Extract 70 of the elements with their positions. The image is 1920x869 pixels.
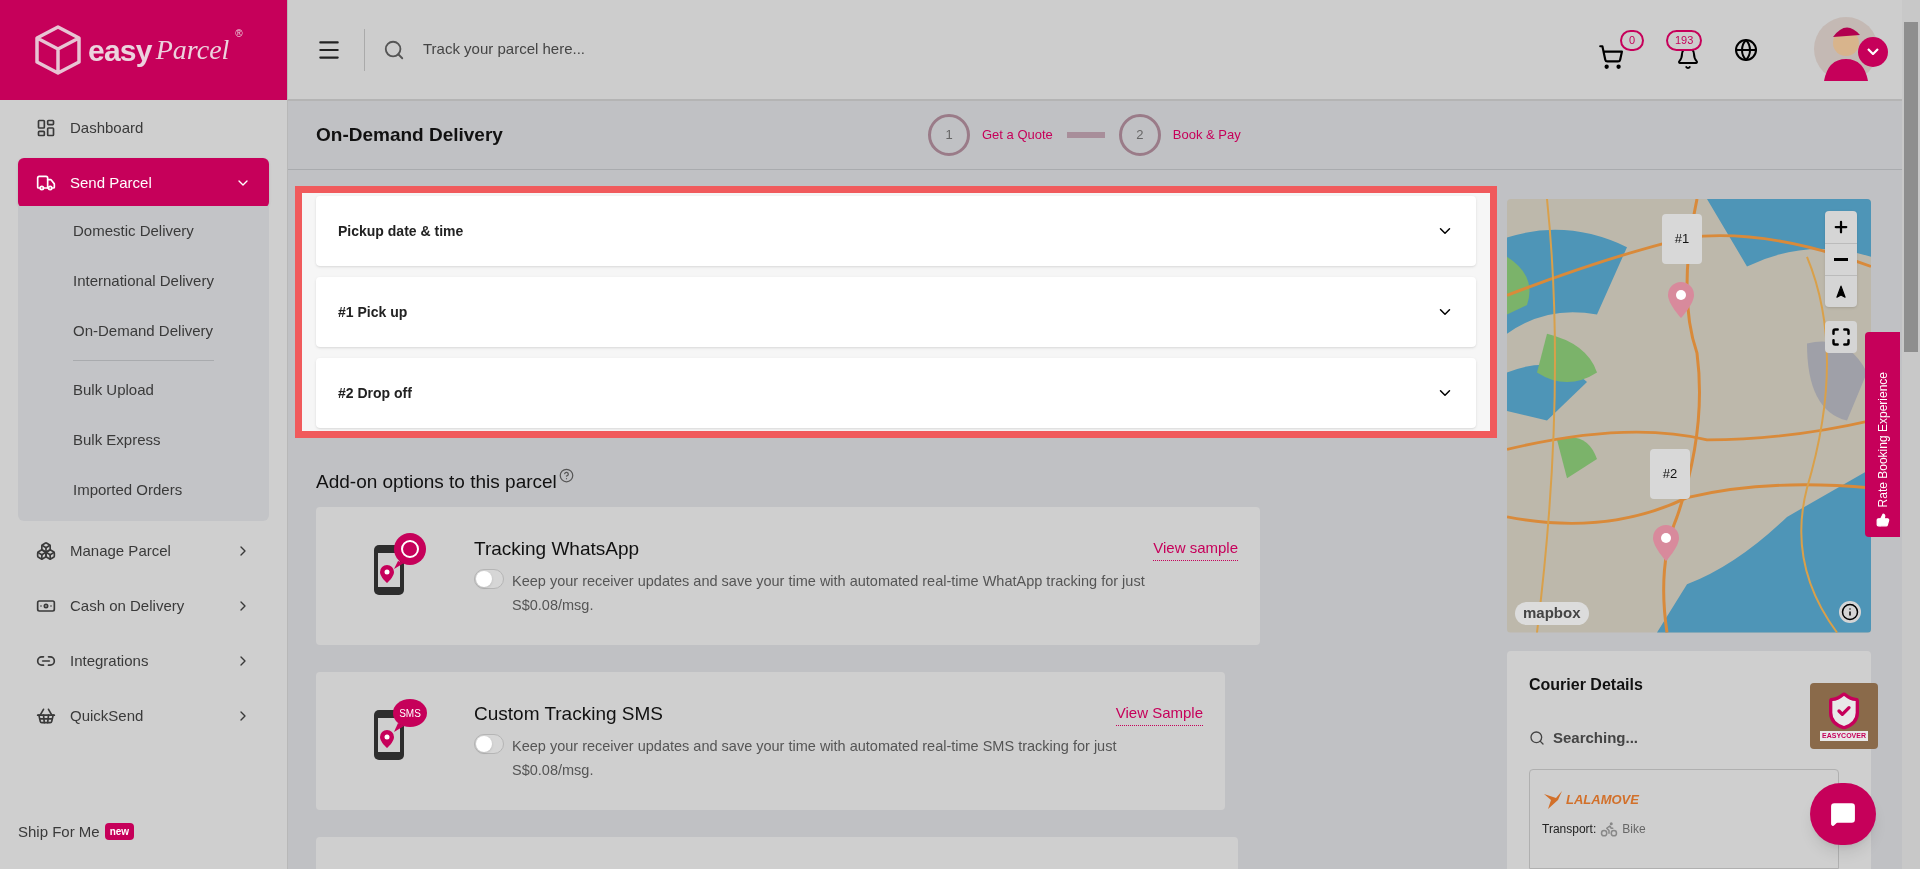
scrollbar[interactable] xyxy=(1902,0,1920,869)
dashboard-icon xyxy=(36,118,56,138)
sidebar-item[interactable]: Manage Parcel xyxy=(18,526,269,576)
toggle-switch[interactable] xyxy=(474,734,504,754)
compass-icon xyxy=(1834,284,1848,299)
cart-count: 0 xyxy=(1620,29,1644,51)
truck-icon xyxy=(36,173,56,193)
submenu-item[interactable]: On-Demand Delivery xyxy=(73,319,214,343)
card-title: Courier Details xyxy=(1529,674,1644,695)
sidebar-item[interactable]: Cash on Delivery xyxy=(18,581,269,631)
search-icon xyxy=(383,38,405,61)
view-sample-link[interactable]: View Sample xyxy=(1115,702,1203,726)
cart-icon[interactable] xyxy=(1598,43,1624,70)
language-icon[interactable] xyxy=(1734,37,1758,62)
addon-title: Custom Tracking SMS xyxy=(474,701,663,726)
chevron-icon xyxy=(1867,48,1879,55)
logo[interactable]: easyParcel ® xyxy=(0,0,287,100)
thumbs-up-icon xyxy=(1875,513,1890,527)
step-connector xyxy=(1066,132,1105,138)
search-field[interactable]: Track your parcel here... xyxy=(423,38,843,61)
fullscreen-button[interactable] xyxy=(1825,321,1857,353)
info-icon xyxy=(1841,602,1859,621)
toggle-switch[interactable] xyxy=(474,569,504,589)
chat-icon xyxy=(1830,801,1856,827)
map-marker-label: #2 xyxy=(1650,449,1690,499)
cart-icon xyxy=(36,706,56,726)
submenu-item[interactable]: Imported Orders xyxy=(73,478,183,502)
transport-value: Bike xyxy=(1622,821,1646,838)
accordion-header[interactable]: #2 Drop off xyxy=(316,358,1476,428)
fullscreen-icon xyxy=(1831,327,1851,347)
section-title: Add-on options to this parcel xyxy=(316,470,557,494)
step-number: 2 xyxy=(1118,114,1161,156)
courier-option[interactable]: LALAMOVE Transport: Bike xyxy=(1529,769,1839,869)
sidebar-item[interactable]: Send Parcel xyxy=(18,158,269,208)
minus-icon xyxy=(1834,258,1848,261)
sidebar-item[interactable]: Dashboard xyxy=(18,103,269,153)
new-tag: new xyxy=(104,823,135,841)
map[interactable]: #1 #2 mapbox xyxy=(1507,199,1871,633)
map-attribution[interactable]: mapbox xyxy=(1515,602,1589,625)
sidebar-item[interactable]: QuickSend xyxy=(18,691,269,741)
page-title: On-Demand Delivery xyxy=(316,122,504,147)
sidebar-link[interactable]: Ship For Me xyxy=(18,820,100,843)
boxes-icon xyxy=(36,541,56,561)
bird-logo-icon xyxy=(1542,790,1564,810)
submenu-item[interactable]: International Delivery xyxy=(73,269,214,293)
map-pin-icon xyxy=(1667,281,1695,319)
map-pin-icon xyxy=(1652,524,1680,562)
transport-label: Transport: xyxy=(1542,821,1597,838)
accordion-header[interactable]: Pickup date & time xyxy=(316,196,1476,266)
search-status: Searching... xyxy=(1553,727,1639,748)
step-number: 1 xyxy=(928,114,970,156)
notification-count: 193 xyxy=(1666,29,1703,51)
accordion-header[interactable]: #1 Pick up xyxy=(316,277,1476,347)
submenu-item[interactable]: Domestic Delivery xyxy=(73,219,194,243)
plus-icon xyxy=(1832,218,1850,236)
help-icon[interactable] xyxy=(558,468,574,483)
bike-icon xyxy=(1600,820,1619,838)
box-logo-icon xyxy=(34,24,82,76)
courier-name: LALAMOVE xyxy=(1566,791,1639,810)
search-icon xyxy=(1529,729,1545,746)
submenu-item[interactable]: Bulk Express xyxy=(73,428,161,452)
addon-title: Tracking WhatsApp xyxy=(474,536,640,561)
view-sample-link[interactable]: View sample xyxy=(1153,537,1238,561)
sidebar-item[interactable]: Integrations xyxy=(18,636,269,686)
map-marker-label: #1 xyxy=(1662,214,1702,264)
feedback-tab[interactable]: Rate Booking Experience xyxy=(1865,332,1900,537)
phone-chat-icon xyxy=(372,530,428,597)
submenu-item[interactable]: Bulk Upload xyxy=(73,378,154,402)
addon-description: Keep your receiver updates and save your time with automated real-time WhatApp tracking for just S$0.08/msg. xyxy=(512,572,1146,615)
addon-description: Keep your receiver updates and save your time with automated real-time SMS tracking for just S$0.08/msg. xyxy=(512,737,1118,780)
